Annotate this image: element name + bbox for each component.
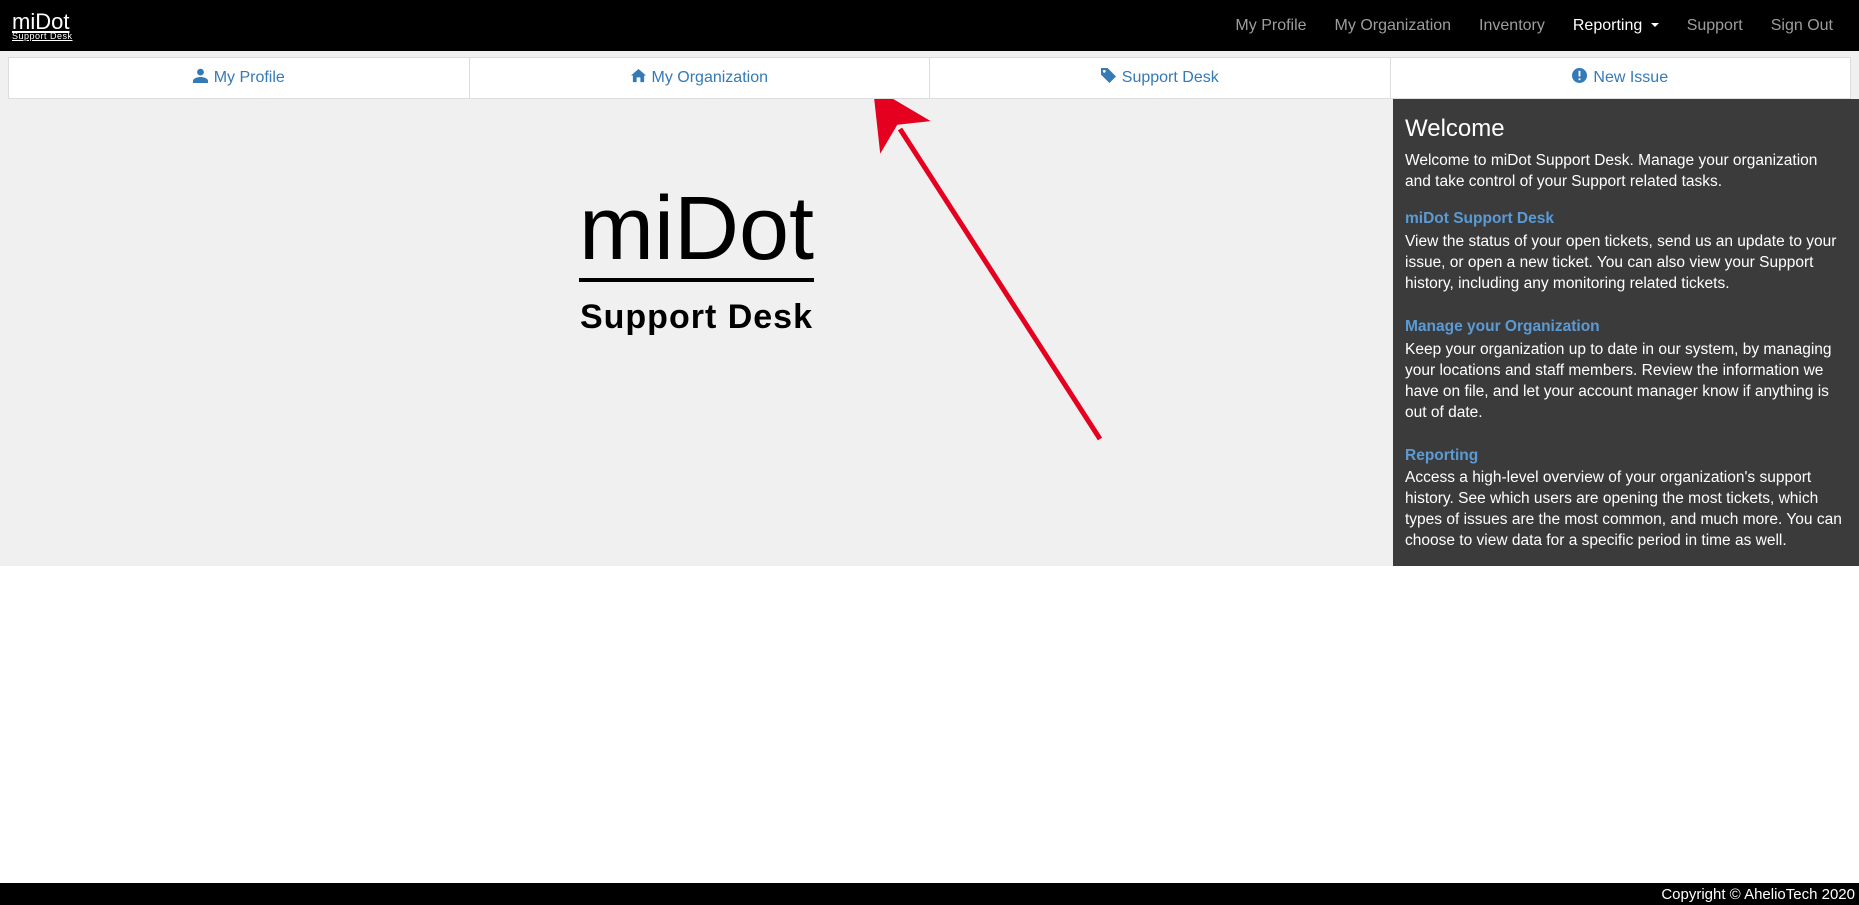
tab-my-profile-label: My Profile	[214, 69, 285, 87]
section-manage-org-title[interactable]: Manage your Organization	[1405, 317, 1847, 338]
nav-support[interactable]: Support	[1673, 2, 1757, 50]
nav-reporting-label: Reporting	[1573, 17, 1642, 34]
nav-inventory[interactable]: Inventory	[1465, 2, 1559, 50]
tab-my-profile[interactable]: My Profile	[8, 57, 470, 99]
tab-support-desk-label: Support Desk	[1122, 69, 1219, 87]
tabs-bar: My Profile My Organization Support Desk …	[0, 51, 1859, 99]
tab-new-issue-label: New Issue	[1593, 69, 1668, 87]
section-reporting-title[interactable]: Reporting	[1405, 446, 1847, 467]
main-logo: miDot Support Desk	[579, 184, 814, 337]
section-support-desk-title[interactable]: miDot Support Desk	[1405, 209, 1847, 230]
annotation-arrow	[0, 99, 1400, 599]
footer: Copyright © AhelioTech 2020	[0, 883, 1859, 905]
section-reporting-text: Access a high-level overview of your org…	[1405, 468, 1847, 552]
brand-title: miDot	[12, 11, 73, 33]
nav-links: My Profile My Organization Inventory Rep…	[1221, 2, 1847, 50]
nav-reporting[interactable]: Reporting	[1559, 2, 1673, 50]
section-support-desk-text: View the status of your open tickets, se…	[1405, 232, 1847, 295]
welcome-text: Welcome to miDot Support Desk. Manage yo…	[1405, 151, 1847, 193]
section-manage-org-text: Keep your organization up to date in our…	[1405, 340, 1847, 424]
main-logo-subtitle: Support Desk	[579, 298, 814, 337]
top-navbar: miDot Support Desk My Profile My Organiz…	[0, 0, 1859, 51]
tab-support-desk[interactable]: Support Desk	[930, 57, 1391, 99]
chevron-down-icon	[1651, 23, 1659, 27]
nav-my-profile[interactable]: My Profile	[1221, 2, 1320, 50]
tab-my-organization[interactable]: My Organization	[470, 57, 931, 99]
tab-my-organization-label: My Organization	[652, 69, 769, 87]
tag-icon	[1101, 68, 1116, 88]
main-content: miDot Support Desk	[0, 99, 1393, 566]
welcome-sidebar: Welcome Welcome to miDot Support Desk. M…	[1393, 99, 1859, 566]
footer-copyright: Copyright © AhelioTech 2020	[1661, 886, 1855, 903]
nav-sign-out[interactable]: Sign Out	[1757, 2, 1847, 50]
user-icon	[193, 68, 208, 88]
brand-subtitle: Support Desk	[12, 32, 73, 41]
nav-my-organization[interactable]: My Organization	[1321, 2, 1466, 50]
exclamation-circle-icon	[1572, 68, 1587, 88]
main-area: miDot Support Desk Welcome Welcome to mi…	[0, 99, 1859, 566]
brand-logo[interactable]: miDot Support Desk	[12, 11, 73, 41]
welcome-title: Welcome	[1405, 113, 1847, 145]
main-logo-title: miDot	[579, 184, 814, 282]
home-icon	[631, 68, 646, 88]
tab-new-issue[interactable]: New Issue	[1391, 57, 1852, 99]
